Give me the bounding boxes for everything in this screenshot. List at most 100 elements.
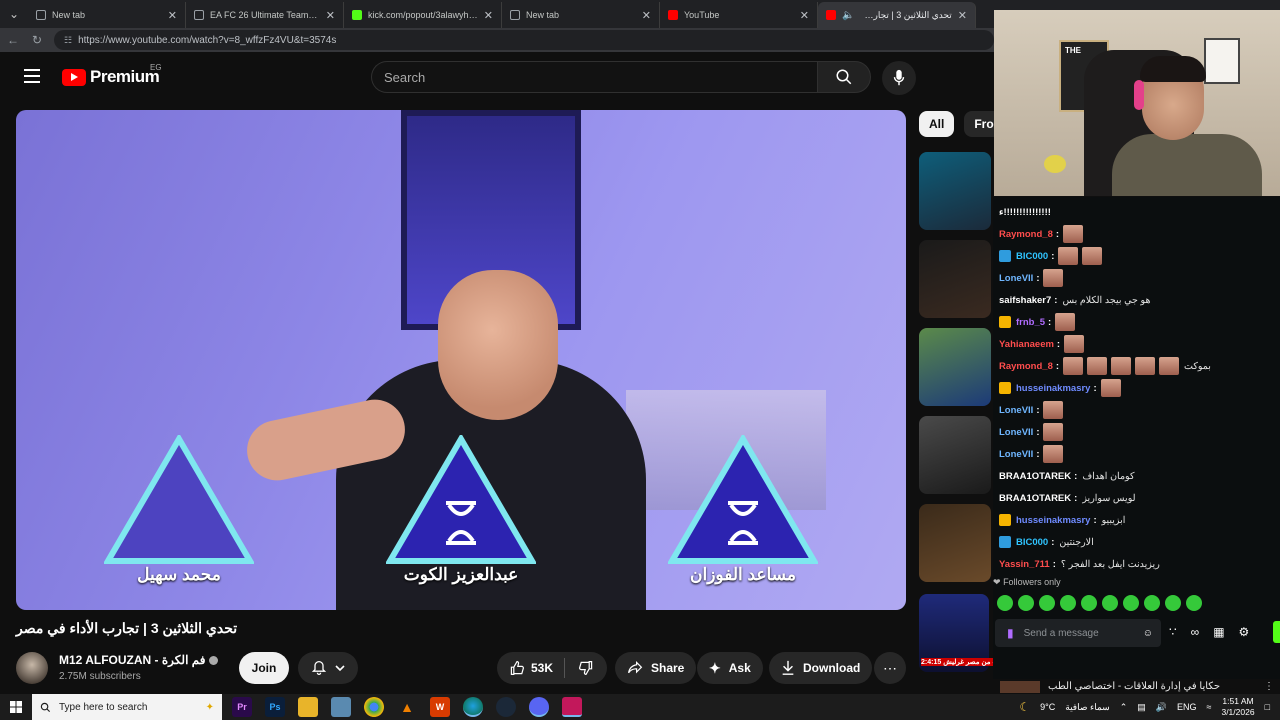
dislike-button[interactable] [565,660,607,676]
back-arrow-icon[interactable]: ← [6,33,20,47]
reload-icon[interactable]: ↻ [30,33,44,47]
ask-button[interactable]: ✦ Ask [697,652,763,684]
network-icon[interactable]: ▤ [1137,702,1146,713]
chat-username[interactable]: saifshaker7 [999,295,1051,306]
more-vert-icon[interactable]: ⋮ [1264,681,1274,692]
close-icon[interactable]: ✕ [800,9,809,22]
weather-description[interactable]: سماء صافية [1065,702,1109,713]
rec-thumbnail[interactable] [919,416,991,494]
premiere-icon[interactable]: Pr [232,697,252,717]
close-icon[interactable]: ✕ [642,9,651,22]
vlc-icon[interactable]: ▲ [397,697,417,717]
chevron-up-icon[interactable]: ⌃ [1120,702,1128,713]
close-icon[interactable]: ✕ [168,9,177,22]
taskbar-search-input[interactable]: Type here to search ✦ [32,694,222,720]
tab-search-chevron-icon[interactable]: ⌄ [0,0,28,28]
site-info-icon[interactable]: ☷ [64,35,72,46]
office-icon[interactable]: W [430,697,450,717]
channel-avatar[interactable] [16,652,48,684]
emote-icon[interactable] [1186,595,1202,611]
tab-ea-fc[interactable]: EA FC 26 Ultimate Team Prices, Sq ✕ [186,2,344,28]
notification-icon[interactable]: □ [1265,702,1270,712]
settings-icon[interactable]: ⚙ [1239,625,1250,639]
store-icon[interactable]: ▦ [1213,625,1224,639]
chat-username[interactable]: Yassin_711 [999,559,1050,570]
emote-icon[interactable] [1060,595,1076,611]
search-button[interactable] [817,61,871,93]
close-icon[interactable]: ✕ [484,9,493,22]
emote-icon[interactable] [1081,595,1097,611]
chat-username[interactable]: frnb_5 [1016,317,1045,328]
link-icon[interactable]: ∞ [1191,625,1200,639]
chat-username[interactable]: BRAA1OTAREK [999,493,1071,504]
chat-username[interactable]: Raymond_8 [999,361,1053,372]
tab-new-tab-2[interactable]: New tab ✕ [502,2,660,28]
mic-icon[interactable]: ▮ [1007,626,1014,640]
emote-icon[interactable] [1018,595,1034,611]
rec-thumbnail[interactable]: 2:4:15 ب من مصر غرليش ! [919,594,1004,672]
rec-thumbnail[interactable] [919,504,991,582]
emote-icon[interactable] [997,595,1013,611]
windows-start-icon[interactable] [0,701,32,713]
weather-temp[interactable]: 9°C [1040,702,1055,712]
chat-username[interactable]: BIC000 [1016,537,1048,548]
emote-icon[interactable] [1039,595,1055,611]
chat-username[interactable]: husseinakmasry [1016,515,1090,526]
tab-kick[interactable]: kick.com/popout/3alawyhd/c ✕ [344,2,502,28]
search-input[interactable]: Search [371,61,817,93]
join-button[interactable]: Join [239,652,289,684]
photoshop-icon[interactable]: Ps [265,697,285,717]
menu-icon[interactable] [24,69,40,87]
discord-icon[interactable] [529,697,549,717]
youtube-logo[interactable]: Premium [62,67,160,87]
notifications-button[interactable] [298,652,358,684]
video-player[interactable]: محمد سهيل عبدالعزيز الكوت مساعد الفوزان [16,110,906,610]
chat-username[interactable]: LoneVII [999,449,1033,460]
send-button[interactable] [1273,621,1280,643]
clock[interactable]: 1:51 AM 3/1/2026 [1221,696,1254,718]
share-chat-icon[interactable]: ∵ [1169,625,1177,639]
download-button[interactable]: Download [769,652,873,684]
chat-message-input[interactable]: ▮ Send a message ☺ [995,619,1161,647]
chrome-icon[interactable] [364,697,384,717]
rec-thumbnail[interactable] [919,328,991,406]
emote-icon[interactable] [1102,595,1118,611]
emoji-icon[interactable]: ☺ [1143,628,1153,639]
wifi-icon[interactable]: ≈ [1207,702,1212,712]
edge-icon[interactable] [463,697,483,717]
tab-youtube[interactable]: YouTube ✕ [660,2,818,28]
steam-icon[interactable] [496,697,516,717]
language-indicator[interactable]: ENG [1177,702,1197,712]
url-field[interactable]: ☷ https://www.youtube.com/watch?v=8_wffz… [54,30,994,50]
notes-app-icon[interactable] [331,697,351,717]
more-actions-icon[interactable]: ⋯ [874,652,906,684]
close-icon[interactable]: ✕ [326,9,335,22]
chat-username[interactable]: LoneVII [999,405,1033,416]
chat-username[interactable]: LoneVII [999,427,1033,438]
emote-icon[interactable] [1123,595,1139,611]
voice-search-button[interactable] [882,61,916,95]
country-code: EG [150,63,162,72]
rec-thumbnail[interactable] [919,240,991,318]
chat-username[interactable]: BIC000 [1016,251,1048,262]
app-icon[interactable] [562,697,582,717]
file-explorer-icon[interactable] [298,697,318,717]
chat-username[interactable]: Raymond_8 [999,229,1053,240]
chip-all[interactable]: All [919,111,955,137]
rec-thumbnail[interactable] [919,152,991,230]
tab-current-video[interactable]: 🔈 تحدي الثلاثين 3 | تجارب الأداء ف ✕ [818,2,976,28]
speaker-icon[interactable]: 🔈 [842,10,854,21]
share-button[interactable]: Share [615,652,697,684]
close-icon[interactable]: ✕ [958,9,967,22]
chat-username[interactable]: Yahianaeem [999,339,1054,350]
emote-icon[interactable] [1165,595,1181,611]
channel-name[interactable]: M12 ALFOUZAN - فم الكرة [59,653,219,667]
like-button[interactable]: 53K [497,658,565,678]
tab-new-tab-1[interactable]: New tab ✕ [28,2,186,28]
chat-username[interactable]: husseinakmasry [1016,383,1090,394]
next-video-preview[interactable]: حكايا في إدارة العلاقات - اختصاصي الطب ⋮ [990,679,1280,694]
chat-username[interactable]: BRAA1OTAREK [999,471,1071,482]
volume-icon[interactable]: 🔊 [1156,702,1167,713]
emote-icon[interactable] [1144,595,1160,611]
chat-username[interactable]: LoneVII [999,273,1033,284]
